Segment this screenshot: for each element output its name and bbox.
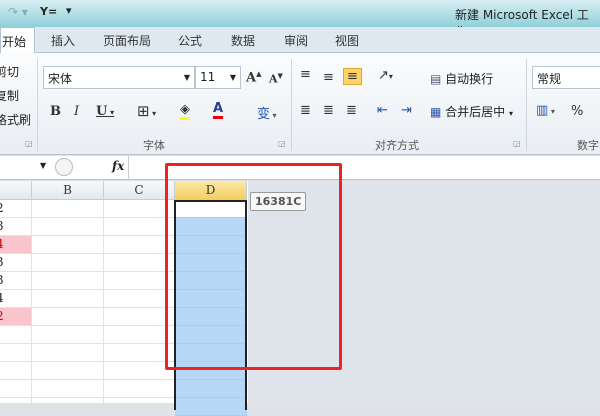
currency-icon[interactable]: ▥ ▾ — [536, 103, 555, 118]
cell-a-value: 3 — [0, 219, 4, 233]
cell-a-value: 4 — [0, 237, 4, 251]
cell-b[interactable] — [32, 218, 104, 236]
cell-b[interactable] — [32, 272, 104, 290]
cell-a-value: 3 — [0, 255, 4, 269]
cell-a-value: 2 — [0, 201, 4, 215]
cell-b[interactable] — [32, 200, 104, 218]
cell-a[interactable]: 3 — [0, 272, 32, 290]
ribbon: 剪切 复制 格式刷 ◲ 宋体 ▼ 11 ▼ A▲ A▼ B I U ▾ ⊞ ▾ ◈ … — [0, 53, 600, 155]
number-format-select[interactable]: 常规 — [532, 66, 600, 89]
cell-a[interactable] — [0, 398, 32, 416]
cell-c[interactable] — [104, 380, 175, 398]
cell-a-value: 3 — [0, 273, 4, 287]
italic-icon[interactable]: I — [74, 104, 79, 119]
tab-data[interactable]: 数据 — [231, 32, 255, 49]
wrap-text-label: 自动换行 — [445, 72, 494, 86]
insert-function-button[interactable]: fx — [112, 159, 124, 173]
font-launcher-icon[interactable]: ◲ — [278, 139, 286, 148]
font-size-value: 11 — [200, 70, 216, 84]
wrap-text-button[interactable]: ▤ 自动换行 — [430, 70, 493, 87]
merge-center-button[interactable]: ▦ 合并后居中 ▾ — [430, 103, 513, 120]
cell-b[interactable] — [32, 362, 104, 380]
copy-button[interactable]: 复制 — [0, 87, 19, 104]
grow-font-icon[interactable]: A▲ — [246, 69, 261, 85]
cell-a[interactable]: 4 — [0, 290, 32, 308]
cell-a[interactable]: 4 — [0, 236, 32, 254]
alignment-launcher-icon[interactable]: ◲ — [513, 139, 521, 148]
wrap-text-icon: ▤ — [430, 72, 442, 86]
number-group-label: 数字 — [577, 139, 599, 152]
orientation-icon[interactable]: ↗▾ — [378, 68, 393, 83]
tab-formulas[interactable]: 公式 — [178, 32, 202, 49]
cut-button[interactable]: 剪切 — [0, 63, 19, 80]
decrease-indent-icon[interactable]: ⇤ — [377, 103, 388, 118]
shrink-font-icon[interactable]: A▼ — [269, 71, 283, 86]
chevron-down-icon: ▼ — [229, 73, 236, 82]
cell-b[interactable] — [32, 398, 104, 416]
ribbon-tabs: 开始 插入 页面布局 公式 数据 审阅 视图 — [0, 27, 600, 54]
filter-icon[interactable]: Y= — [40, 5, 57, 18]
underline-icon[interactable]: U ▾ — [96, 104, 114, 119]
align-center-icon[interactable]: ≣ — [323, 103, 334, 118]
cell-b[interactable] — [32, 380, 104, 398]
cell-a[interactable]: 2 — [0, 200, 32, 218]
cell-a[interactable]: 2 — [0, 308, 32, 326]
align-right-icon[interactable]: ≣ — [346, 103, 357, 118]
cell-a[interactable] — [0, 380, 32, 398]
font-color-icon[interactable]: A — [213, 101, 224, 119]
cell-a[interactable] — [0, 344, 32, 362]
cell-b[interactable] — [32, 344, 104, 362]
title-bar: ↷ ▾ Y= ▾ 新建 Microsoft Excel 工作 — [0, 0, 600, 39]
cell-a[interactable]: 3 — [0, 254, 32, 272]
phonetic-icon[interactable]: 变 ▾ — [257, 103, 277, 122]
increase-indent-icon[interactable]: ⇥ — [401, 103, 412, 118]
cell-a[interactable] — [0, 326, 32, 344]
cell-b[interactable] — [32, 308, 104, 326]
customize-qat-icon[interactable]: ▾ — [66, 4, 72, 17]
redo-icon[interactable]: ↷ ▾ — [8, 5, 28, 19]
cell-a-value: 4 — [0, 291, 4, 305]
cell-b[interactable] — [32, 236, 104, 254]
annotation-box — [165, 163, 342, 370]
border-icon[interactable]: ⊞ ▾ — [137, 102, 156, 120]
cell-c[interactable] — [104, 398, 175, 416]
tab-page-layout[interactable]: 页面布局 — [103, 32, 151, 49]
font-size-select[interactable]: 11 ▼ — [195, 66, 241, 89]
align-left-icon[interactable]: ≣ — [300, 103, 311, 118]
align-top-icon[interactable]: ≡ — [300, 67, 311, 82]
cell-a[interactable]: 3 — [0, 218, 32, 236]
tab-view[interactable]: 视图 — [335, 32, 359, 49]
font-name-value: 宋体 — [48, 72, 73, 86]
expand-icon[interactable] — [55, 158, 73, 176]
alignment-group-label: 对齐方式 — [375, 139, 419, 152]
cell-a[interactable] — [0, 362, 32, 380]
font-group-label: 字体 — [143, 139, 165, 152]
column-header-a[interactable] — [0, 181, 32, 200]
format-painter-button[interactable]: 格式刷 — [0, 111, 31, 128]
tab-review[interactable]: 审阅 — [284, 32, 308, 49]
tab-insert[interactable]: 插入 — [51, 32, 75, 49]
chevron-down-icon: ▼ — [183, 73, 190, 82]
merge-icon: ▦ — [430, 105, 442, 119]
font-name-select[interactable]: 宋体 ▼ — [43, 66, 195, 89]
name-box-dropdown-icon[interactable]: ▼ — [40, 161, 46, 170]
merge-label: 合并后居中 — [445, 105, 506, 119]
clipboard-launcher-icon[interactable]: ◲ — [25, 139, 33, 148]
column-header-b[interactable]: B — [32, 181, 104, 200]
cell-b[interactable] — [32, 326, 104, 344]
tab-home[interactable]: 开始 — [0, 27, 35, 54]
fill-color-icon[interactable]: ◈ — [180, 102, 190, 120]
align-middle-icon[interactable]: ≡ — [323, 70, 334, 85]
align-bottom-icon[interactable]: ≡ — [343, 68, 362, 85]
cell-b[interactable] — [32, 254, 104, 272]
bold-icon[interactable]: B — [50, 104, 61, 119]
percent-button[interactable]: % — [571, 104, 583, 119]
cell-a-value: 2 — [0, 309, 4, 323]
cell-b[interactable] — [32, 290, 104, 308]
